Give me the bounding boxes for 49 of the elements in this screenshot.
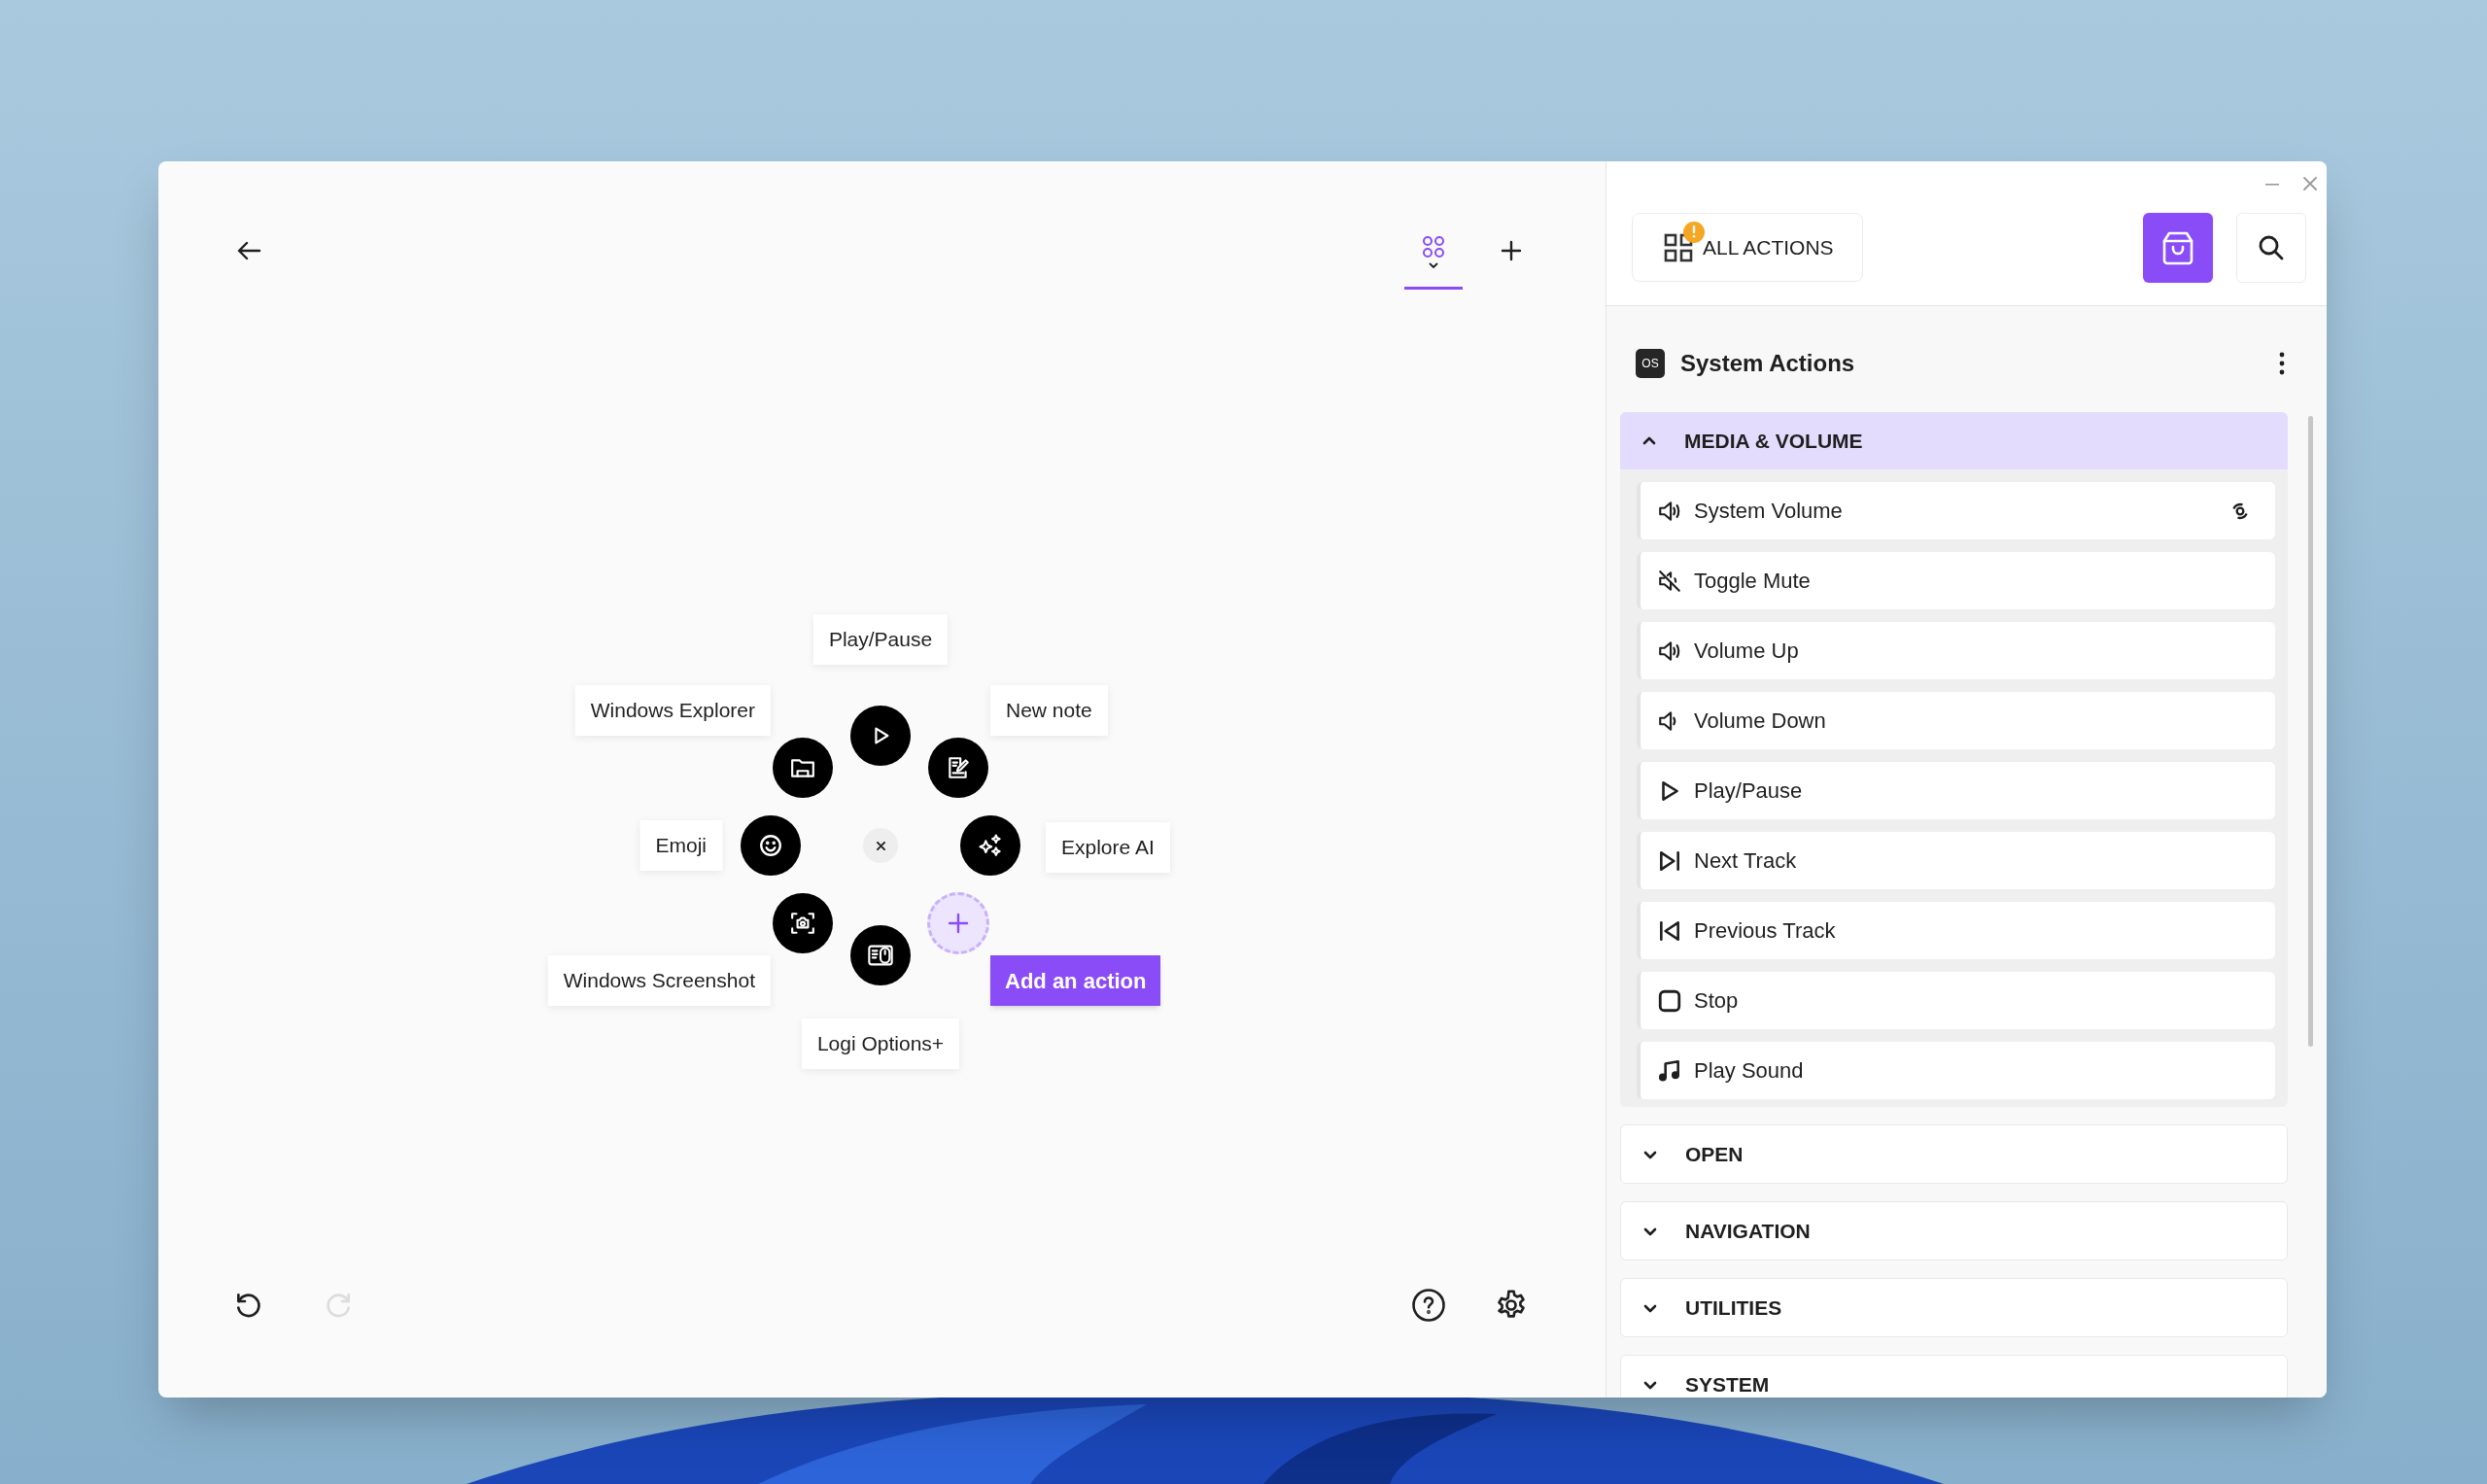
- action-label: New note: [990, 685, 1108, 736]
- action-label: Logi Options+: [801, 1018, 960, 1069]
- plus-icon: [946, 911, 970, 935]
- minimize-icon: [2265, 184, 2279, 186]
- section-header[interactable]: MEDIA & VOLUME: [1620, 412, 2288, 469]
- action-label: Emoji: [639, 820, 722, 871]
- back-arrow-icon: [236, 240, 261, 261]
- action-item[interactable]: Volume Down: [1637, 692, 2275, 749]
- help-button[interactable]: [1409, 1286, 1448, 1325]
- action-item[interactable]: System Volume: [1637, 482, 2275, 539]
- speaker-muted-icon: [1657, 568, 1682, 594]
- section-header[interactable]: SYSTEM: [1621, 1356, 2287, 1398]
- help-icon: [1411, 1288, 1446, 1323]
- search-button[interactable]: [2236, 213, 2306, 283]
- section-header[interactable]: NAVIGATION: [1621, 1202, 2287, 1260]
- chevron-down-icon: [1429, 262, 1438, 269]
- add-action-button[interactable]: Add an action: [990, 955, 1161, 1006]
- action-label: Play/Pause: [812, 614, 949, 665]
- section-header[interactable]: OPEN: [1621, 1125, 2287, 1183]
- camera-icon: [790, 910, 816, 936]
- close-icon: [876, 841, 885, 850]
- category-title: System Actions: [1680, 349, 1855, 378]
- plus-icon: [1501, 240, 1522, 261]
- store-button[interactable]: [2143, 213, 2213, 283]
- sparkles-icon: [977, 832, 1004, 859]
- action-item[interactable]: Toggle Mute: [1637, 552, 2275, 609]
- action-item[interactable]: Play Sound: [1637, 1042, 2275, 1099]
- action-item[interactable]: Next Track: [1637, 832, 2275, 889]
- grid-icon: [1664, 232, 1693, 262]
- action-item[interactable]: Volume Up: [1637, 622, 2275, 679]
- music-note-icon: [1657, 1057, 1682, 1084]
- action-item[interactable]: Play/Pause: [1637, 762, 2275, 819]
- action-label: Explore AI: [1046, 822, 1170, 873]
- shopping-bag-icon: [2161, 230, 2194, 265]
- action-label: Windows Screenshot: [547, 955, 771, 1006]
- smiley-icon: [758, 833, 783, 858]
- grid-icon: [1422, 235, 1445, 259]
- action-item[interactable]: Previous Track: [1637, 902, 2275, 959]
- stop-icon: [1657, 987, 1682, 1014]
- scrollbar[interactable]: [2308, 416, 2313, 1047]
- all-actions-button[interactable]: ALL ACTIONS: [1632, 213, 1863, 282]
- section-header[interactable]: UTILITIES: [1621, 1279, 2287, 1336]
- search-icon: [2258, 234, 2285, 261]
- category-badge: OS: [1636, 349, 1665, 378]
- close-button[interactable]: [863, 828, 898, 863]
- action-item[interactable]: Stop: [1637, 972, 2275, 1029]
- action-label: Windows Explorer: [574, 685, 771, 736]
- close-icon: [2303, 177, 2317, 190]
- more-options-icon: [2279, 352, 2285, 375]
